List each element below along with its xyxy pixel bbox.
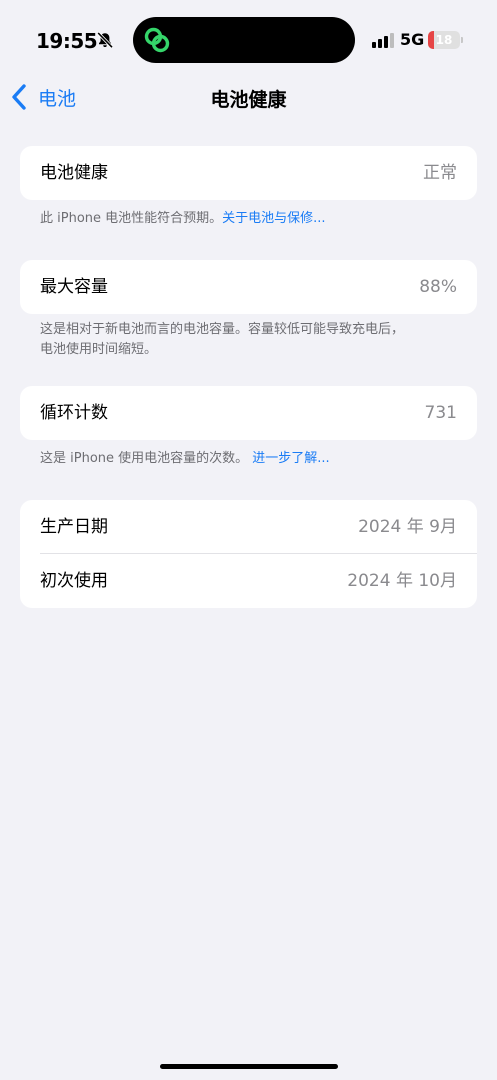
manufacture-date-value: 2024 年 9月 [358,517,457,537]
cycle-count-label: 循环计数 [40,403,108,423]
battery-warranty-link[interactable]: 关于电池与保修... [222,211,325,226]
cycle-count-note-text: 这是 iPhone 使用电池容量的次数。 [40,451,249,466]
battery-icon: 18 [428,31,460,49]
status-bar: 19:55 5G 18 [0,0,497,80]
battery-health-label: 电池健康 [40,163,108,183]
cycle-count-value: 731 [424,403,457,423]
cycle-count-row: 循环计数 731 [20,386,477,440]
maximum-capacity-note-line1: 这是相对于新电池而言的电池容量。容量较低可能导致充电后， [40,322,405,337]
first-use-date-label: 初次使用 [40,571,108,591]
battery-percentage: 18 [435,33,453,47]
network-type: 5G [400,30,425,49]
battery-health-row: 电池健康 正常 [20,146,477,200]
link-app-icon [144,27,170,53]
battery-health-card: 电池健康 正常 [20,146,477,200]
battery-health-note: 此 iPhone 电池性能符合预期。关于电池与保修... [40,209,460,229]
maximum-capacity-value: 88% [419,277,457,297]
home-indicator[interactable] [160,1064,338,1069]
maximum-capacity-row: 最大容量 88% [20,260,477,314]
page-title: 电池健康 [210,89,287,111]
status-time: 19:55 [36,29,98,53]
cellular-signal-icon [372,32,396,48]
maximum-capacity-note: 这是相对于新电池而言的电池容量。容量较低可能导致充电后， 电池使用时间缩短。 [40,320,460,360]
bell-slash-icon [97,31,114,49]
manufacture-date-label: 生产日期 [40,517,108,537]
learn-more-link[interactable]: 进一步了解... [252,451,329,466]
battery-health-note-text: 此 iPhone 电池性能符合预期。 [40,211,223,226]
battery-health-value: 正常 [423,163,457,183]
maximum-capacity-note-line2: 电池使用时间缩短。 [40,342,158,357]
cycle-count-note: 这是 iPhone 使用电池容量的次数。 进一步了解... [40,449,460,469]
maximum-capacity-card: 最大容量 88% [20,260,477,314]
manufacture-date-row: 生产日期 2024 年 9月 [20,500,477,554]
navigation-bar: 电池 电池健康 [0,80,497,114]
battery-tip [461,37,463,43]
first-use-date-value: 2024 年 10月 [347,571,457,591]
cycle-count-card: 循环计数 731 [20,386,477,440]
dynamic-island[interactable] [133,17,355,63]
battery-dates-card: 生产日期 2024 年 9月 初次使用 2024 年 10月 [20,500,477,608]
first-use-date-row: 初次使用 2024 年 10月 [20,554,477,608]
maximum-capacity-label: 最大容量 [40,277,108,297]
